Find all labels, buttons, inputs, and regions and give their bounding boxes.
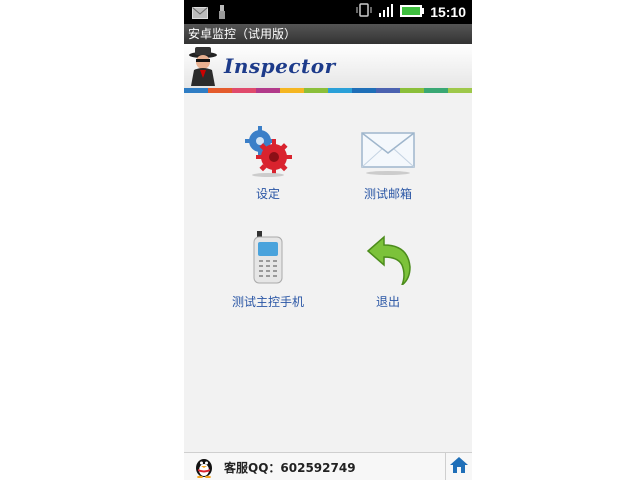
brand-logo-text: Inspector	[224, 54, 336, 78]
clock: 15:10	[430, 3, 466, 20]
settings-button[interactable]: 设定	[208, 125, 328, 205]
gears-icon	[245, 125, 292, 177]
test-control-phone-button[interactable]: 测试主控手机	[208, 231, 328, 313]
window-title: 安卓监控（试用版）	[184, 24, 472, 44]
phone-icon	[248, 231, 288, 285]
usb-icon	[218, 4, 226, 23]
home-button[interactable]	[445, 453, 472, 480]
main-menu-grid: 设定 测试邮箱 测试主控手机 退出	[184, 93, 472, 450]
exit-button[interactable]: 退出	[328, 233, 448, 313]
exit-label: 退出	[375, 295, 400, 309]
back-arrow-icon	[366, 233, 411, 288]
home-icon	[449, 456, 469, 478]
vibrate-icon	[356, 2, 372, 21]
status-bar: 15:10	[184, 0, 472, 24]
battery-icon	[400, 2, 425, 21]
app-header: Inspector	[184, 44, 472, 88]
signal-icon	[378, 2, 394, 21]
envelope-icon	[361, 125, 415, 177]
bottom-bar: 客服QQ：602592749	[184, 452, 472, 480]
penguin-icon	[194, 456, 214, 480]
support-qq-text: 客服QQ：602592749	[224, 461, 356, 475]
test-control-phone-label: 测试主控手机	[231, 295, 304, 309]
spy-logo-icon	[188, 46, 218, 90]
app-screen: 15:10 安卓监控（试用版） Inspector 设定 测试邮箱 测试主控手机…	[184, 0, 472, 480]
test-mail-button[interactable]: 测试邮箱	[328, 125, 448, 205]
mail-notification-icon	[192, 4, 208, 23]
settings-label: 设定	[255, 187, 280, 201]
test-mail-label: 测试邮箱	[363, 187, 412, 201]
